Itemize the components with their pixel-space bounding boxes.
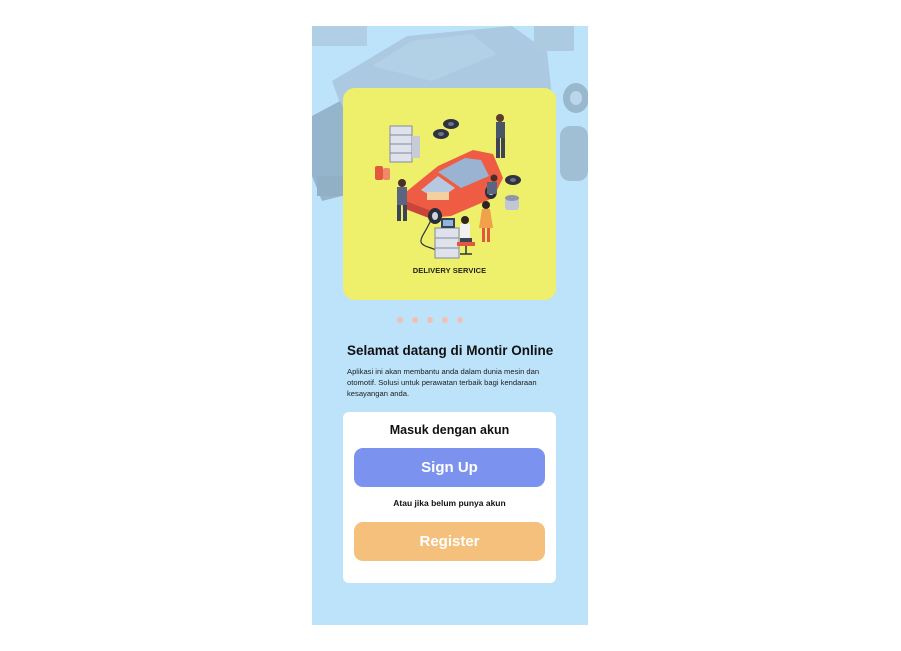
carousel-dot[interactable]	[427, 317, 433, 323]
sign-up-button[interactable]: Sign Up	[354, 448, 545, 487]
hero-caption: DELIVERY SERVICE	[412, 266, 487, 275]
welcome-description: Aplikasi ini akan membantu anda dalam du…	[347, 367, 540, 398]
welcome-title: Selamat datang di Montir Online	[347, 343, 554, 358]
register-prompt: Atau jika belum punya akun	[393, 498, 506, 508]
carousel-indicator	[312, 317, 568, 323]
carousel-dot[interactable]	[412, 317, 418, 323]
register-button[interactable]: Register	[354, 522, 545, 561]
hero-card: DELIVERY SERVICE	[343, 88, 556, 300]
carousel-dot[interactable]	[397, 317, 403, 323]
carousel-dot[interactable]	[442, 317, 448, 323]
app-screen: DELIVERY SERVICE Selamat datang di Monti…	[312, 26, 588, 625]
login-title: Masuk dengan akun	[389, 423, 510, 437]
carousel-dot[interactable]	[457, 317, 463, 323]
login-card: Masuk dengan akun Sign Up Atau jika belu…	[343, 412, 556, 583]
